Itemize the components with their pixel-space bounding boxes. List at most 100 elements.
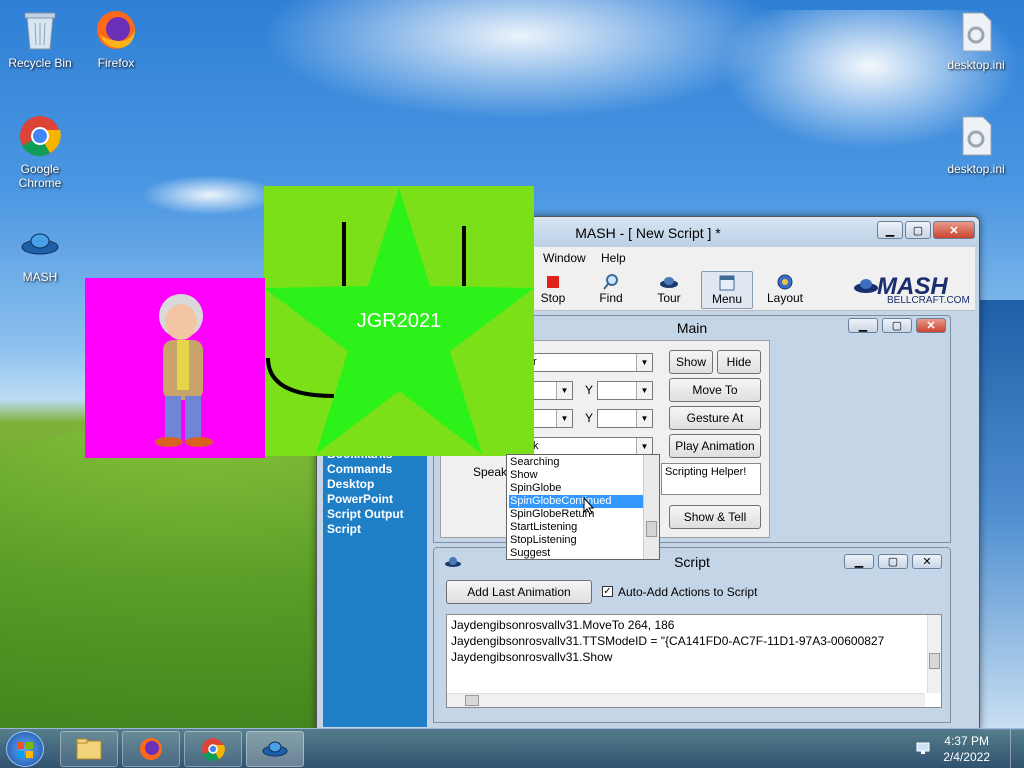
dropdown-scrollbar[interactable]: [643, 455, 659, 559]
mash-ufo-icon: [262, 741, 288, 757]
speak-label: Speak: [473, 465, 508, 479]
menu-window[interactable]: Window: [543, 251, 586, 265]
left-pane-item-commands[interactable]: Commands: [327, 462, 392, 476]
script-panel: Script ▁ ▢ ✕ Add Last Animation ✓ Auto-A…: [433, 547, 951, 723]
minimize-button[interactable]: ▁: [877, 221, 903, 239]
speak-text-field[interactable]: Scripting Helper!: [661, 463, 761, 495]
cloud: [140, 175, 280, 215]
taskbar-firefox-button[interactable]: [122, 731, 180, 767]
desktop-icon-label: desktop.ini: [947, 58, 1005, 72]
dropdown-item[interactable]: SpinGlobe: [509, 482, 643, 495]
script-maximize-button[interactable]: ▢: [878, 554, 908, 569]
magnifier-icon: [585, 273, 637, 291]
desktop-icon-firefox[interactable]: Firefox: [76, 8, 156, 70]
firefox-icon: [94, 8, 138, 52]
scrollbar-thumb[interactable]: [465, 695, 479, 706]
main-close-button[interactable]: ✕: [916, 318, 946, 333]
y-coordinate-combo[interactable]: ▼: [597, 381, 653, 400]
gesture-at-button[interactable]: Gesture At: [669, 406, 761, 430]
layout-icon: [759, 273, 811, 291]
auto-add-checkbox[interactable]: ✓: [602, 586, 613, 597]
mash-ufo-logo-icon: [854, 279, 878, 293]
mash-logo: MASH BELLCRAFT.COM: [853, 273, 973, 307]
scrollbar-thumb[interactable]: [646, 521, 657, 537]
stop-icon: [527, 273, 579, 291]
network-icon[interactable]: [916, 741, 930, 758]
dropdown-item[interactable]: Searching: [509, 456, 643, 469]
menu-label: Menu: [711, 292, 743, 306]
character-combo[interactable]: r ▼: [529, 353, 653, 372]
x-coordinate-combo[interactable]: ▼: [529, 381, 573, 400]
desktop-icon-label: Firefox: [97, 56, 135, 70]
mouse-cursor-icon: [583, 496, 595, 518]
taskbar-chrome-button[interactable]: [184, 731, 242, 767]
left-pane-item-script[interactable]: Script: [327, 522, 361, 536]
script-minimize-button[interactable]: ▁: [844, 554, 874, 569]
script-editor[interactable]: Jaydengibsonrosvallv31.MoveTo 264, 186 J…: [446, 614, 942, 708]
stop-label: Stop: [540, 291, 566, 305]
layout-label: Layout: [766, 291, 804, 305]
taskbar-clock[interactable]: 4:37 PM 2/4/2022: [943, 733, 990, 765]
show-desktop-button[interactable]: [1010, 729, 1024, 768]
gesture-x-combo[interactable]: ▼: [529, 409, 573, 428]
desktop-icon-desktop-ini-1[interactable]: desktop.ini: [936, 10, 1016, 72]
layout-button[interactable]: Layout: [759, 271, 811, 309]
ufo-icon: [643, 273, 695, 291]
desktop-icon-label: Recycle Bin: [8, 56, 72, 70]
auto-add-label: Auto-Add Actions to Script: [618, 585, 758, 599]
desktop-icon-recycle-bin[interactable]: Recycle Bin: [0, 8, 80, 70]
script-line: Jaydengibsonrosvallv31.Show: [451, 650, 613, 664]
menu-help[interactable]: Help: [601, 251, 626, 265]
dropdown-item[interactable]: SpinGlobeReturn: [509, 508, 643, 521]
bellcraft-text: BELLCRAFT.COM: [887, 295, 970, 306]
scrollbar-thumb[interactable]: [929, 653, 940, 669]
horizontal-scrollbar[interactable]: [447, 693, 925, 707]
taskbar-mash-button[interactable]: [246, 731, 304, 767]
vertical-scrollbar[interactable]: [927, 615, 941, 693]
cloud: [260, 0, 780, 120]
left-pane-item-desktop[interactable]: Desktop: [327, 477, 374, 491]
taskbar-explorer-button[interactable]: [60, 731, 118, 767]
desktop-icon-desktop-ini-2[interactable]: desktop.ini: [936, 114, 1016, 176]
show-button[interactable]: Show: [669, 350, 713, 374]
chevron-down-icon: ▼: [636, 438, 652, 455]
menu-window-icon: [702, 274, 752, 292]
dropdown-item[interactable]: Show: [509, 469, 643, 482]
jgr2021-star-image: JGR2021: [264, 186, 534, 456]
dropdown-item-selected[interactable]: SpinGlobeContinued: [509, 495, 643, 508]
find-button[interactable]: Find: [585, 271, 637, 309]
chevron-down-icon: ▼: [556, 382, 572, 399]
hide-button[interactable]: Hide: [717, 350, 761, 374]
windows-logo-icon: [17, 742, 33, 758]
script-line: Jaydengibsonrosvallv31.MoveTo 264, 186: [451, 618, 675, 632]
add-last-animation-button[interactable]: Add Last Animation: [446, 580, 592, 604]
start-button[interactable]: [6, 731, 44, 767]
left-pane-item-script-output[interactable]: Script Output: [327, 507, 404, 521]
main-minimize-button[interactable]: ▁: [848, 318, 878, 333]
move-to-button[interactable]: Move To: [669, 378, 761, 402]
close-button[interactable]: ✕: [933, 221, 975, 239]
chevron-down-icon: ▼: [636, 354, 652, 371]
left-pane-item-powerpoint[interactable]: PowerPoint: [327, 492, 393, 506]
dropdown-item[interactable]: StartListening: [509, 521, 643, 534]
maximize-button[interactable]: ▢: [905, 221, 931, 239]
desktop-icon-label: desktop.ini: [947, 162, 1005, 176]
desktop-icon-mash[interactable]: MASH: [0, 222, 80, 284]
chevron-down-icon: ▼: [556, 410, 572, 427]
gesture-y-combo[interactable]: ▼: [597, 409, 653, 428]
main-maximize-button[interactable]: ▢: [882, 318, 912, 333]
dropdown-item[interactable]: StopListening: [509, 534, 643, 547]
jgr2021-text: JGR2021: [356, 310, 442, 332]
menu-button[interactable]: Menu: [701, 271, 753, 309]
desktop-icon-google-chrome[interactable]: Google Chrome: [0, 114, 80, 190]
stop-button[interactable]: Stop: [527, 271, 579, 309]
dropdown-item[interactable]: Suggest: [509, 547, 643, 559]
mash-ufo-icon: [18, 222, 62, 266]
chrome-icon: [18, 114, 62, 158]
agent-character-image: [85, 278, 265, 458]
tour-button[interactable]: Tour: [643, 271, 695, 309]
show-and-tell-button[interactable]: Show & Tell: [669, 505, 761, 529]
script-close-button[interactable]: ✕: [912, 554, 942, 569]
find-label: Find: [599, 291, 623, 305]
play-animation-button[interactable]: Play Animation: [669, 434, 761, 458]
